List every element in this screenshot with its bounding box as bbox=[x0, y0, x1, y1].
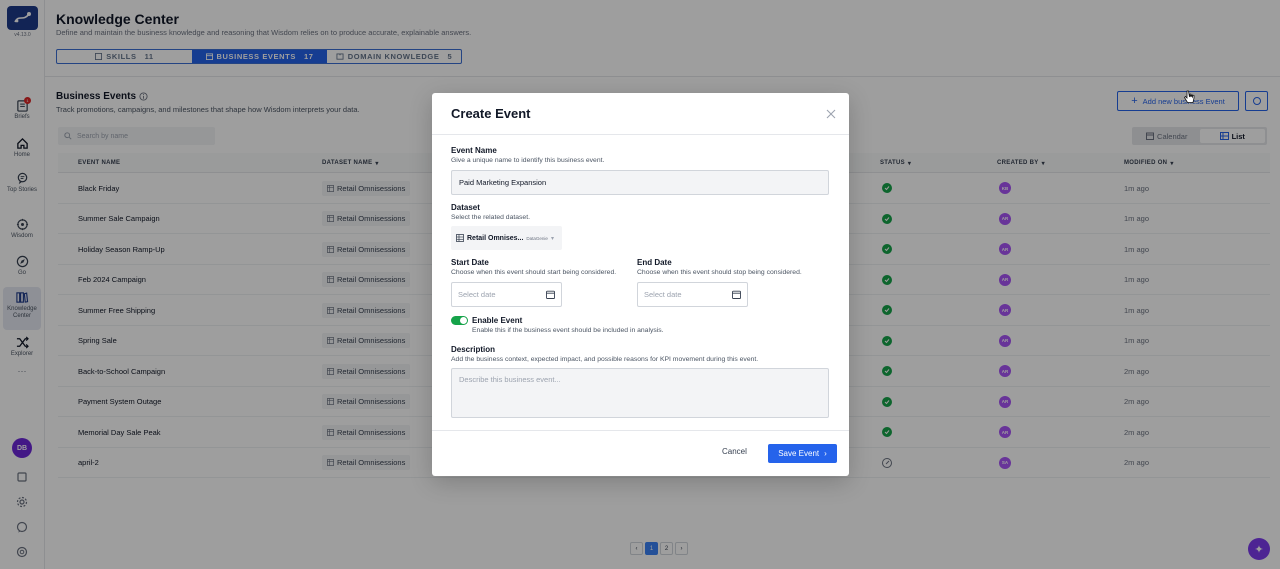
enable-event-help: Enable this if the business event should… bbox=[472, 327, 664, 334]
modal-header-divider bbox=[432, 134, 849, 135]
dataset-select[interactable]: Retail Omnises... DataGenie ▾ bbox=[451, 226, 562, 250]
close-icon[interactable] bbox=[825, 108, 837, 120]
dataset-label: Dataset bbox=[451, 203, 480, 212]
toggle-knob bbox=[460, 317, 467, 324]
enable-event-label: Enable Event bbox=[472, 316, 523, 325]
start-date-picker[interactable]: Select date bbox=[451, 282, 562, 307]
create-event-modal: Create Event Event Name Give a unique na… bbox=[432, 93, 849, 476]
end-date-picker[interactable]: Select date bbox=[637, 282, 748, 307]
description-textarea[interactable]: Describe this business event... bbox=[451, 368, 829, 418]
description-label: Description bbox=[451, 345, 496, 354]
enable-event-toggle[interactable] bbox=[451, 316, 468, 325]
save-event-button[interactable]: Save Event › bbox=[768, 444, 837, 463]
cancel-button[interactable]: Cancel bbox=[722, 447, 747, 456]
chevron-down-icon: ▾ bbox=[550, 235, 554, 242]
dataset-tag: DataGenie bbox=[526, 235, 548, 241]
table-icon bbox=[456, 234, 464, 242]
description-placeholder: Describe this business event... bbox=[459, 375, 561, 384]
calendar-icon bbox=[732, 290, 741, 299]
modal-title: Create Event bbox=[451, 106, 531, 121]
end-date-placeholder: Select date bbox=[644, 290, 682, 299]
dataset-value: Retail Omnises... bbox=[467, 234, 524, 242]
event-name-label: Event Name bbox=[451, 146, 497, 155]
event-name-field[interactable]: Paid Marketing Expansion bbox=[451, 170, 829, 195]
end-date-label: End Date bbox=[637, 258, 672, 267]
modal-footer-divider bbox=[432, 430, 849, 431]
end-date-help: Choose when this event should stop being… bbox=[637, 269, 802, 276]
start-date-help: Choose when this event should start bein… bbox=[451, 269, 617, 276]
event-name-help: Give a unique name to identify this busi… bbox=[451, 157, 605, 164]
calendar-icon bbox=[546, 290, 555, 299]
save-label: Save Event bbox=[778, 449, 820, 458]
start-date-placeholder: Select date bbox=[458, 290, 496, 299]
start-date-label: Start Date bbox=[451, 258, 489, 267]
cursor-hand-icon bbox=[1183, 90, 1195, 103]
chevron-right-icon: › bbox=[824, 449, 827, 458]
description-help: Add the business context, expected impac… bbox=[451, 356, 759, 363]
dataset-help: Select the related dataset. bbox=[451, 214, 530, 221]
